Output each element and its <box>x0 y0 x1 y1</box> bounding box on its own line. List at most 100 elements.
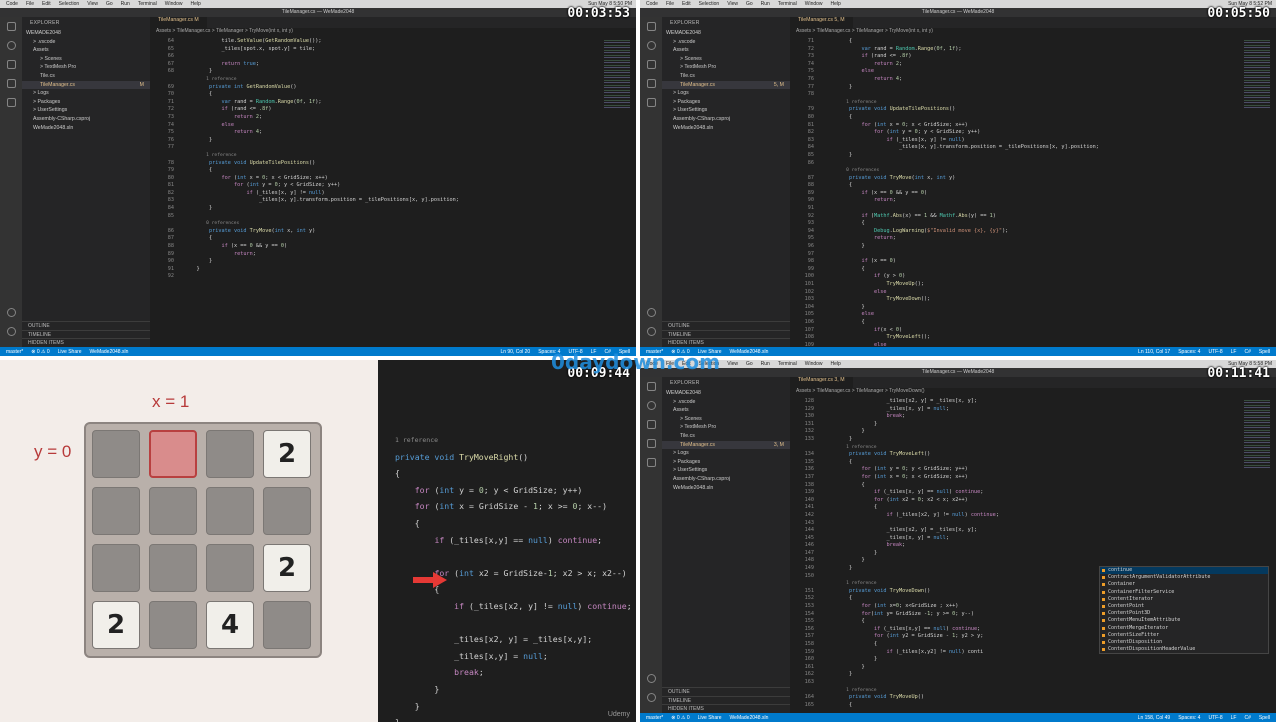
tree-item[interactable]: Tile.cs <box>22 72 150 81</box>
tree-item[interactable]: WeMade2048.sln <box>662 484 790 493</box>
menu-go[interactable]: Go <box>106 1 113 7</box>
minimap[interactable] <box>604 38 630 108</box>
problems-status[interactable]: ⊗ 0 ⚠ 0 <box>31 349 49 355</box>
suggestion-item[interactable]: ContentDispositionHeaderValue <box>1100 646 1268 653</box>
suggestion-item[interactable]: ContractArgumentValidatorAttribute <box>1100 574 1268 581</box>
menu-view[interactable]: View <box>87 1 98 7</box>
tree-item[interactable]: WEMADE2048 <box>662 389 790 398</box>
tree-item[interactable]: Assembly-CSharp.csproj <box>22 115 150 124</box>
suggestion-item[interactable]: ContainerFilterService <box>1100 589 1268 596</box>
menu-edit[interactable]: Edit <box>682 1 691 7</box>
editor-tab[interactable]: TileManager.cs 5, M <box>790 17 853 28</box>
tree-item[interactable]: Assets <box>662 406 790 415</box>
language-status[interactable]: C# <box>1244 349 1250 355</box>
code-view[interactable]: 71 { 72 var rand = Random.Range(0f, 1f);… <box>790 38 1240 347</box>
eol-status[interactable]: LF <box>1231 349 1237 355</box>
tree-item[interactable]: WeMade2048.sln <box>662 124 790 133</box>
solution-status[interactable]: WeMade2048.sln <box>730 349 769 355</box>
tree-item[interactable]: > .vscode <box>662 38 790 47</box>
menu-terminal[interactable]: Terminal <box>138 1 157 7</box>
suggestion-item[interactable]: continue <box>1100 567 1268 575</box>
menu-window[interactable]: Window <box>165 1 183 7</box>
menu-terminal[interactable]: Terminal <box>778 1 797 7</box>
timeline-section[interactable]: TIMELINE <box>662 695 790 705</box>
hidden-items-section[interactable]: HIDDEN ITEMS <box>22 338 150 347</box>
search-icon[interactable] <box>0 36 22 55</box>
cursor-position[interactable]: Ln 158, Col 49 <box>1138 715 1171 721</box>
menu-terminal[interactable]: Terminal <box>778 361 797 367</box>
menu-help[interactable]: Help <box>831 361 841 367</box>
gear-icon[interactable] <box>640 322 662 341</box>
extensions-icon[interactable] <box>640 93 662 112</box>
tree-item[interactable]: > UserSettings <box>662 466 790 475</box>
outline-section[interactable]: OUTLINE <box>662 321 790 330</box>
suggestion-item[interactable]: ContentMergeIterator <box>1100 625 1268 632</box>
eol-status[interactable]: LF <box>1231 715 1237 721</box>
tree-item[interactable]: > Logs <box>22 89 150 98</box>
run-debug-icon[interactable] <box>640 74 662 93</box>
menu-help[interactable]: Help <box>191 1 201 7</box>
search-icon[interactable] <box>640 36 662 55</box>
language-status[interactable]: C# <box>1244 715 1250 721</box>
tree-item[interactable]: TileManager.cs 5, M <box>662 80 790 90</box>
minimap[interactable] <box>1244 38 1270 108</box>
branch-status[interactable]: master* <box>6 349 23 355</box>
tree-item[interactable]: > Scenes <box>662 415 790 424</box>
spell-status[interactable]: Spell <box>1259 349 1270 355</box>
suggestion-item[interactable]: ContentPoint3D <box>1100 610 1268 617</box>
editor-tab[interactable]: TileManager.cs M <box>150 17 207 28</box>
editor-tab[interactable]: TileManager.cs 3, M <box>790 377 853 388</box>
code-view[interactable]: 64 tile.SetValue(GetRandomValue()); 65 _… <box>150 38 600 347</box>
cursor-position[interactable]: Ln 90, Col 20 <box>500 349 530 355</box>
source-control-icon[interactable] <box>640 55 662 74</box>
extensions-icon[interactable] <box>640 453 662 472</box>
menu-code[interactable]: Code <box>646 1 658 7</box>
branch-status[interactable]: master* <box>646 715 663 721</box>
menu-run[interactable]: Run <box>761 361 770 367</box>
suggestion-item[interactable]: ContentSizeFitter <box>1100 632 1268 639</box>
menu-run[interactable]: Run <box>761 1 770 7</box>
tree-item[interactable]: > TextMesh Pro <box>662 63 790 72</box>
menu-edit[interactable]: Edit <box>42 1 51 7</box>
menu-view[interactable]: View <box>727 1 738 7</box>
gear-icon[interactable] <box>640 688 662 707</box>
menu-view[interactable]: View <box>727 361 738 367</box>
tree-item[interactable]: > UserSettings <box>662 106 790 115</box>
timeline-section[interactable]: TIMELINE <box>22 329 150 339</box>
run-debug-icon[interactable] <box>640 434 662 453</box>
account-icon[interactable] <box>640 669 662 688</box>
tree-item[interactable]: > TextMesh Pro <box>22 63 150 72</box>
hidden-items-section[interactable]: HIDDEN ITEMS <box>662 338 790 347</box>
menu-window[interactable]: Window <box>805 1 823 7</box>
timeline-section[interactable]: TIMELINE <box>662 329 790 339</box>
tree-item[interactable]: > Scenes <box>22 55 150 64</box>
tree-item[interactable]: > UserSettings <box>22 106 150 115</box>
breadcrumb[interactable]: Assets > TileManager.cs > TileManager > … <box>150 28 636 36</box>
outline-section[interactable]: OUTLINE <box>662 687 790 696</box>
account-icon[interactable] <box>0 303 22 322</box>
gear-icon[interactable] <box>0 322 22 341</box>
account-icon[interactable] <box>640 303 662 322</box>
tree-item[interactable]: Assets <box>22 46 150 55</box>
breadcrumb[interactable]: Assets > TileManager.cs > TileManager > … <box>790 388 1276 396</box>
tree-item[interactable]: > Packages <box>662 98 790 107</box>
menu-selection[interactable]: Selection <box>699 1 720 7</box>
menu-help[interactable]: Help <box>831 1 841 7</box>
suggestion-item[interactable]: ContentDisposition <box>1100 639 1268 646</box>
code-view[interactable]: 128 _tiles[x2, y] = _tiles[x, y]; 129 _t… <box>790 398 1240 713</box>
source-control-icon[interactable] <box>640 415 662 434</box>
suggestion-item[interactable]: ContentIterator <box>1100 596 1268 603</box>
cursor-position[interactable]: Ln 110, Col 17 <box>1138 349 1170 355</box>
tree-item[interactable]: Tile.cs <box>662 432 790 441</box>
tree-item[interactable]: > .vscode <box>662 398 790 407</box>
suggestion-item[interactable]: ContentPoint <box>1100 603 1268 610</box>
solution-status[interactable]: WeMade2048.sln <box>90 349 129 355</box>
source-control-icon[interactable] <box>0 55 22 74</box>
run-debug-icon[interactable] <box>0 74 22 93</box>
spell-status[interactable]: Spell <box>1259 715 1270 721</box>
tree-item[interactable]: > TextMesh Pro <box>662 423 790 432</box>
live-share-status[interactable]: Live Share <box>58 349 82 355</box>
breadcrumb[interactable]: Assets > TileManager.cs > TileManager > … <box>790 28 1276 36</box>
tree-item[interactable]: Assets <box>662 46 790 55</box>
live-share-status[interactable]: Live Share <box>698 715 722 721</box>
